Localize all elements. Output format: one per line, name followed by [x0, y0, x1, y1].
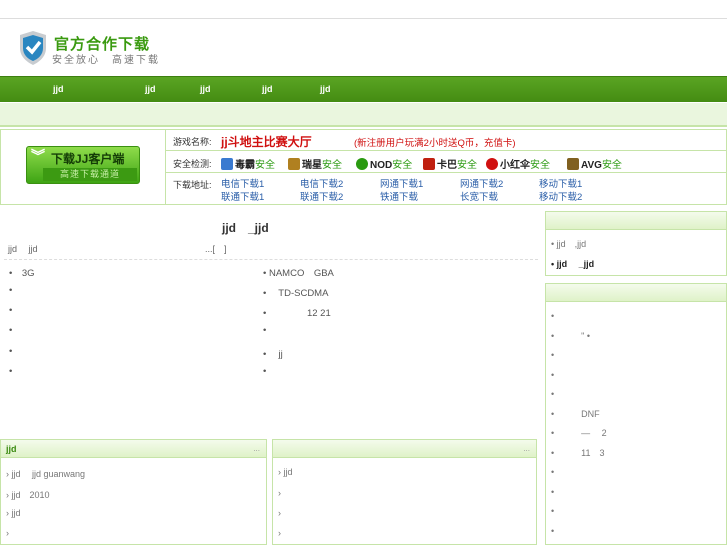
download-link[interactable]: 网通下载1 — [380, 176, 423, 190]
download-link[interactable]: 联通下载1 — [221, 189, 264, 203]
sidebar-item[interactable]: • — [551, 465, 581, 478]
list-item[interactable]: • 3G — [9, 265, 35, 279]
bottom-panel-right: ... › jjd › › › — [272, 439, 537, 545]
article-meta: jjd jjd ...[ ] — [8, 242, 538, 255]
nav-item[interactable]: jjd — [53, 84, 64, 94]
list-item[interactable]: • — [9, 325, 12, 336]
download-link[interactable]: 移动下载2 — [539, 189, 582, 203]
security-item: 毒霸安全 — [221, 156, 275, 171]
box-header — [546, 212, 726, 230]
download-button-subtitle: 高速下载通道 — [43, 168, 137, 181]
sidebar-item[interactable]: • — [551, 524, 581, 537]
game-name-row: 游戏名称: jj斗地主比赛大厅 (新注册用户玩满2小时送Q币，充值卡) — [166, 129, 727, 151]
list-item[interactable]: • TD-SCDMA — [263, 285, 328, 299]
links-label: 下载地址: — [173, 180, 212, 190]
download-client-button[interactable]: ︾ 下载JJ客户端 高速下载通道 — [26, 146, 140, 184]
security-item: 瑞星安全 — [288, 156, 342, 171]
sidebar-item[interactable]: • — [551, 368, 581, 381]
sidebar-item[interactable]: • " • — [551, 329, 590, 342]
panel-title: jjd — [6, 444, 17, 454]
list-item[interactable]: • — [9, 366, 12, 377]
sidebar-item[interactable]: • — [551, 504, 581, 517]
nav-item[interactable]: jjd — [145, 84, 156, 94]
security-item: AVG安全 — [567, 156, 622, 171]
box-header: jjd... — [1, 440, 266, 458]
list-item[interactable]: • — [9, 305, 12, 316]
game-note: (新注册用户玩满2小时送Q币，充值卡) — [354, 138, 516, 149]
download-link[interactable]: 电信下载1 — [221, 176, 264, 190]
avira-icon — [486, 158, 498, 170]
sidebar-item[interactable]: • 11 3 — [551, 446, 605, 459]
bottom-panel-left: jjd... › jjd jjd guanwang › jjd 2010 › j… — [0, 439, 267, 545]
top-divider — [0, 18, 727, 19]
sidebar-item[interactable]: • — [551, 309, 581, 322]
list-item[interactable]: › jjd 2010 — [6, 488, 50, 501]
article-title: jjd _jjd — [222, 221, 269, 235]
security-label: 安全检测: — [173, 159, 212, 169]
list-item[interactable]: • jj — [263, 346, 283, 360]
download-link[interactable]: 长宽下载 — [460, 189, 498, 203]
nav-item[interactable]: jjd — [262, 84, 273, 94]
list-item[interactable]: • NAMCO GBA — [263, 265, 334, 279]
download-info: 游戏名称: jj斗地主比赛大厅 (新注册用户玩满2小时送Q币，充值卡) 安全检测… — [165, 129, 727, 205]
shield-check-icon — [20, 31, 46, 65]
security-item: 卡巴安全 — [423, 156, 477, 171]
meta-left: jjd jjd — [8, 244, 38, 254]
download-link[interactable]: 联通下载2 — [300, 189, 343, 203]
download-link[interactable]: 移动下载1 — [539, 176, 582, 190]
kaspersky-icon — [423, 158, 435, 170]
list-item[interactable]: • 12 21 — [263, 305, 331, 319]
sidebar-item[interactable]: • DNF — [551, 407, 600, 420]
rising-icon — [288, 158, 300, 170]
list-item[interactable]: › — [278, 528, 281, 538]
more-link[interactable]: ... — [523, 444, 530, 453]
list-item[interactable]: › jjd — [6, 508, 21, 518]
more-link[interactable]: ... — [253, 444, 260, 453]
sidebar-item[interactable]: • jjd ,jjd — [551, 237, 586, 250]
list-item[interactable]: • — [263, 325, 266, 336]
list-item[interactable]: › — [6, 528, 9, 538]
nav-item[interactable]: jjd — [200, 84, 211, 94]
double-chevron-icon: ︾ — [31, 148, 45, 164]
download-link[interactable]: 电信下载2 — [300, 176, 343, 190]
sidebar-item[interactable]: • — 2 — [551, 426, 607, 439]
nod-icon — [356, 158, 368, 170]
list-item[interactable]: • — [9, 285, 12, 296]
duba-icon — [221, 158, 233, 170]
download-link[interactable]: 铁通下载 — [380, 189, 418, 203]
sidebar-item[interactable]: • — [551, 485, 581, 498]
list-item[interactable]: • — [9, 346, 12, 357]
avg-icon — [567, 158, 579, 170]
list-item[interactable]: › — [278, 508, 281, 518]
game-name: jj斗地主比赛大厅 — [221, 135, 312, 149]
sidebar-box-1: • jjd ,jjd • jjd _jjd — [545, 211, 727, 276]
brand-slogan: 安全放心 高速下载 — [52, 55, 160, 66]
sidebar-item[interactable]: • — [551, 387, 581, 400]
sidebar-item[interactable]: • — [551, 348, 581, 361]
download-link[interactable]: 网通下载2 — [460, 176, 503, 190]
list-item[interactable]: › jjd — [278, 467, 293, 477]
sidebar-item[interactable]: • jjd _jjd — [551, 257, 594, 270]
list-item[interactable]: › — [278, 488, 281, 498]
security-item: NOD安全 — [356, 156, 412, 171]
box-header — [546, 284, 726, 302]
sidebar-box-2: • • " • • • • • DNF • — 2 • 11 3 • • • • — [545, 283, 727, 545]
nav-item[interactable]: jjd — [320, 84, 331, 94]
download-button-title: 下载JJ客户端 — [51, 152, 125, 166]
list-item[interactable]: › jjd jjd guanwang — [6, 467, 85, 480]
main-nav: jjd jjd jjd jjd jjd — [0, 76, 727, 102]
sub-band — [0, 103, 727, 127]
divider — [4, 259, 538, 260]
meta-more[interactable]: ...[ ] — [205, 242, 227, 255]
download-links-row: 下载地址: 电信下载1 电信下载2 网通下载1 网通下载2 移动下载1 联通下载… — [166, 173, 727, 205]
box-header: ... — [273, 440, 536, 458]
list-item[interactable]: • — [263, 366, 266, 377]
game-label: 游戏名称: — [173, 137, 212, 147]
security-row: 安全检测: 毒霸安全 瑞星安全 NOD安全 卡巴安全 小红伞安全 AVG安全 — [166, 151, 727, 173]
security-item: 小红伞安全 — [486, 156, 550, 171]
